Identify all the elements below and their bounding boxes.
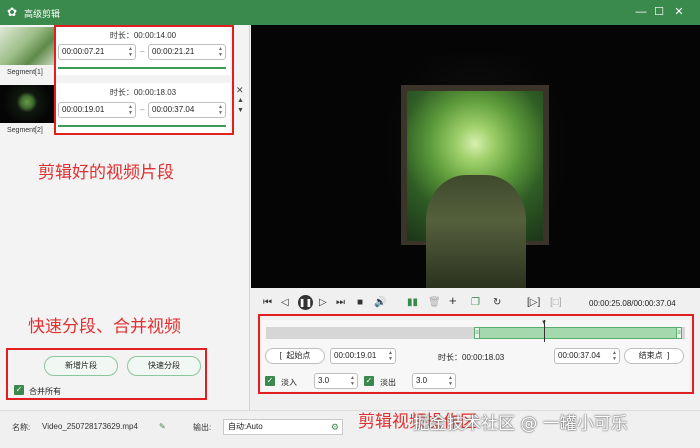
delete-icon[interactable]: 🗑 bbox=[428, 297, 441, 309]
step-back-icon[interactable]: ◁ bbox=[281, 297, 289, 309]
quick-split-button[interactable]: 快速分段 bbox=[127, 356, 201, 376]
maximize-button[interactable]: ☐ bbox=[652, 5, 666, 19]
segment-1-thumbnail[interactable]: Segment[1] bbox=[0, 27, 54, 76]
merge-all-checkbox[interactable]: ✓ bbox=[14, 385, 24, 395]
step-forward-icon[interactable]: ▷ bbox=[319, 297, 327, 309]
minimize-button[interactable]: — bbox=[634, 5, 648, 19]
volume-icon[interactable]: 🔊 bbox=[374, 297, 386, 309]
output-value: 自动:Auto bbox=[228, 422, 263, 431]
video-tree-trunk bbox=[426, 175, 526, 288]
skip-to-end-icon[interactable]: ⏭ bbox=[336, 297, 345, 309]
add-segment-button[interactable]: 新增片段 bbox=[44, 356, 118, 376]
chevron-up-icon[interactable]: ▲ bbox=[237, 97, 244, 104]
name-label: 名称: bbox=[12, 423, 31, 432]
frame-back-icon[interactable]: [▷] bbox=[527, 297, 540, 309]
copy-icon[interactable]: ❐ bbox=[471, 297, 480, 309]
segment-2-thumbnail[interactable]: Segment[2] bbox=[0, 85, 54, 134]
segment-1-label: Segment[1] bbox=[7, 69, 43, 76]
window-title: 高级剪辑 bbox=[24, 9, 61, 19]
rabbit-icon: ✿ bbox=[7, 5, 18, 19]
file-name: Video_250728173629.mp4 bbox=[42, 422, 138, 431]
playback-timer: 00:00:25.08/00:00:37.04 bbox=[589, 299, 676, 308]
chevron-down-icon[interactable]: ▼ bbox=[237, 107, 244, 114]
add-icon[interactable]: + bbox=[449, 294, 457, 307]
frame-forward-icon[interactable]: [□] bbox=[550, 297, 562, 309]
segments-highlight-box bbox=[54, 25, 234, 135]
pause-icon[interactable]: ❚❚ bbox=[298, 295, 313, 310]
annotation-split-merge: 快速分段、合并视频 bbox=[28, 317, 181, 337]
watermark: 掘金技术社区 @ 一罐小可乐 bbox=[413, 414, 628, 434]
segment-2-label: Segment[2] bbox=[7, 127, 43, 134]
close-button[interactable]: ✕ bbox=[672, 5, 686, 19]
title-bar: ✿ 高级剪辑 — ☐ ✕ bbox=[0, 0, 700, 25]
close-icon[interactable]: ✕ bbox=[236, 85, 244, 96]
skip-to-start-icon[interactable]: ⏮ bbox=[263, 297, 272, 309]
video-preview[interactable] bbox=[251, 25, 700, 288]
stop-icon[interactable]: ■ bbox=[357, 297, 363, 309]
split-icon[interactable]: ▮▮ bbox=[407, 297, 418, 309]
editor-highlight-box bbox=[258, 314, 694, 394]
segments-panel: Segment[1] 时长：00:00:14.00 00:00:07.21 ▲ ▼ … bbox=[0, 25, 250, 410]
output-label: 输出: bbox=[193, 423, 212, 432]
segment-2-image bbox=[0, 85, 54, 123]
player-controls: ⏮ ◁ ❚❚ ▷ ⏭ ■ 🔊 ▮▮ 🗑 + ❐ ↻ [▷] [□] 00:00:… bbox=[251, 293, 700, 315]
undo-icon[interactable]: ↻ bbox=[493, 297, 501, 309]
segment-1-image bbox=[0, 27, 54, 65]
gear-icon[interactable]: ⚙ bbox=[331, 420, 339, 434]
output-select[interactable]: 自动:Auto ⚙ bbox=[223, 419, 343, 435]
edit-icon[interactable]: ✎ bbox=[159, 422, 166, 431]
merge-all-label: 合并所有 bbox=[29, 387, 61, 396]
annotation-segments: 剪辑好的视频片段 bbox=[38, 163, 174, 183]
